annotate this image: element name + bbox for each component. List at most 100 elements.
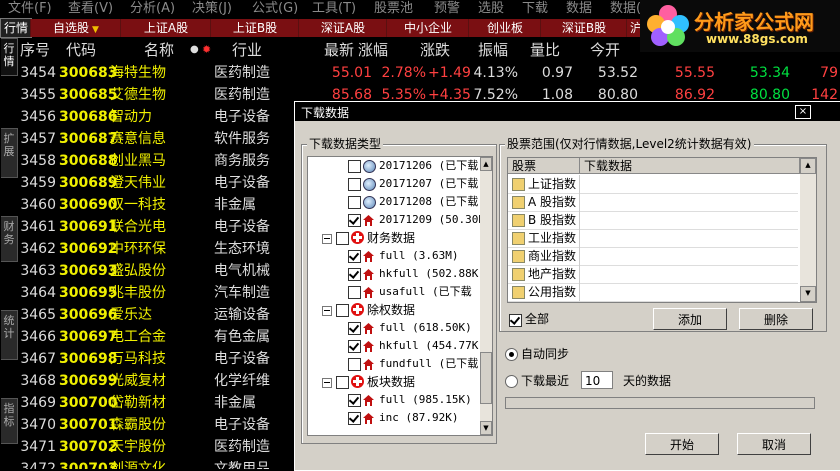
block-tab[interactable]: 上证A股 <box>120 19 211 37</box>
tree-checkbox[interactable] <box>348 322 361 335</box>
left-tab[interactable]: 指标 <box>1 398 18 444</box>
scroll-down-icon[interactable]: ▼ <box>480 421 492 435</box>
cell-seq: 3460 <box>20 197 56 213</box>
tree-item[interactable]: hkfull (454.77K) <box>308 337 485 355</box>
tree-item[interactable]: 20171209 (50.30K <box>308 211 485 229</box>
column-header[interactable]: 涨跌 <box>420 40 450 60</box>
tree-checkbox[interactable] <box>348 178 361 191</box>
scroll-down-icon[interactable]: ▼ <box>800 286 816 302</box>
left-tab[interactable]: 统计 <box>1 310 18 360</box>
tree-item[interactable]: full (985.15K) <box>308 391 478 409</box>
cell-code: 300687 <box>59 131 118 147</box>
cancel-button[interactable]: 取消 <box>737 433 811 455</box>
menu-item[interactable]: 公式(G) <box>252 0 298 18</box>
left-tab[interactable]: 财务 <box>1 216 18 262</box>
tree-checkbox[interactable] <box>348 268 361 281</box>
tree-checkbox[interactable] <box>336 304 349 317</box>
tree-checkbox[interactable] <box>348 412 361 425</box>
block-tab[interactable]: 中小企业 <box>386 19 469 37</box>
column-header[interactable]: 序号 <box>20 40 50 60</box>
tree-checkbox[interactable] <box>336 376 349 389</box>
menu-item[interactable]: 决策(J) <box>192 0 232 18</box>
tree-checkbox[interactable] <box>348 286 361 299</box>
start-button[interactable]: 开始 <box>645 433 719 455</box>
menu-item[interactable]: 下载 <box>522 0 548 18</box>
auto-sync-radio[interactable] <box>505 348 518 361</box>
tree-item[interactable]: inc (87.92K) <box>308 409 478 427</box>
tree-checkbox[interactable] <box>348 250 361 263</box>
dropdown-arrow-icon[interactable]: ▼ <box>92 25 99 35</box>
block-tab[interactable]: 自选股 ▼ <box>30 19 121 37</box>
tree-item[interactable]: fundfull (已下载 <box>308 355 478 373</box>
delete-button[interactable]: 删除 <box>739 308 813 330</box>
scroll-thumb[interactable] <box>480 352 492 404</box>
tree-item[interactable]: 财务数据 <box>308 229 478 247</box>
dialog-title-bar[interactable]: 下载数据 × <box>295 102 840 121</box>
tree-checkbox[interactable] <box>348 214 361 227</box>
menu-item[interactable]: 选股 <box>478 0 504 18</box>
list-item[interactable]: 地产指数 <box>508 265 798 284</box>
collapse-icon[interactable] <box>322 234 332 244</box>
stock-list-scrollbar[interactable]: ▲ ▼ <box>800 158 816 302</box>
column-header[interactable]: 涨幅 <box>358 40 388 60</box>
list-item[interactable]: B 股指数 <box>508 211 798 230</box>
scroll-up-icon[interactable]: ▲ <box>480 157 492 171</box>
tree-checkbox[interactable] <box>348 160 361 173</box>
tree-item[interactable]: full (618.50K) <box>308 319 478 337</box>
column-header[interactable]: 振幅 <box>478 40 508 60</box>
tree-item[interactable]: 20171207 (已下载 <box>308 175 478 193</box>
column-header[interactable]: 最新 <box>324 40 354 60</box>
tree-checkbox[interactable] <box>336 232 349 245</box>
collapse-icon[interactable] <box>322 306 332 316</box>
block-tab[interactable]: 创业板 <box>468 19 541 37</box>
menu-item[interactable]: 数据 <box>566 0 592 18</box>
tree-item[interactable]: 板块数据 <box>308 373 478 391</box>
column-header[interactable]: 名称 <box>144 40 174 60</box>
menu-item[interactable]: 分析(A) <box>130 0 175 18</box>
tree-checkbox[interactable] <box>348 394 361 407</box>
tree-item[interactable]: hkfull (502.88K) <box>308 265 485 283</box>
table-row[interactable]: 3454 300683 海特生物 医药制造 55.01 2.78% +1.49 4.13% 0.… <box>18 62 840 84</box>
stock-name: A 股指数 <box>528 195 577 209</box>
tree-item[interactable]: 20171206 (已下载 <box>308 157 478 175</box>
recent-days-radio[interactable] <box>505 375 518 388</box>
menu-item[interactable]: 股票池 <box>374 0 413 18</box>
scroll-up-icon[interactable]: ▲ <box>800 158 816 174</box>
close-button[interactable]: × <box>795 105 811 119</box>
tree-item[interactable]: full (3.63M) <box>308 247 478 265</box>
tree-item[interactable]: 20171208 (已下载 <box>308 193 478 211</box>
recent-days-input[interactable]: 10 <box>581 371 613 389</box>
block-tab[interactable]: 上证B股 <box>210 19 299 37</box>
tree-checkbox[interactable] <box>348 358 361 371</box>
tree-item[interactable]: 除权数据 <box>308 301 478 319</box>
column-header[interactable]: 代码 <box>66 40 96 60</box>
all-stocks-checkbox[interactable] <box>509 314 522 327</box>
left-tab[interactable]: 行情 <box>1 38 18 76</box>
list-item[interactable]: 公用指数 <box>508 283 798 302</box>
menu-item[interactable]: 查看(V) <box>68 0 113 18</box>
block-tab[interactable]: 行情 <box>0 18 32 38</box>
list-item[interactable]: 工业指数 <box>508 229 798 248</box>
tree-item-label: 20171209 (50.30K <box>379 213 485 226</box>
menu-item[interactable]: 预警 <box>434 0 460 18</box>
menu-item[interactable]: 工具(T) <box>312 0 356 18</box>
tree-checkbox[interactable] <box>348 340 361 353</box>
list-header-download[interactable]: 下载数据 <box>580 158 800 174</box>
block-tab[interactable]: 深证A股 <box>298 19 387 37</box>
tree-item-label: usafull (已下载 <box>379 285 472 298</box>
menu-item[interactable]: 文件(F) <box>8 0 52 18</box>
add-button[interactable]: 添加 <box>653 308 727 330</box>
column-header[interactable]: 量比 <box>530 40 560 60</box>
block-tab[interactable]: 深证B股 <box>540 19 627 37</box>
column-header[interactable]: 今开 <box>590 40 620 60</box>
list-item[interactable]: 商业指数 <box>508 247 798 266</box>
list-item[interactable]: 上证指数 <box>508 175 798 194</box>
tree-scrollbar[interactable]: ▲ ▼ <box>480 157 492 435</box>
tree-item[interactable]: usafull (已下载 <box>308 283 478 301</box>
list-header-stock[interactable]: 股票 <box>508 158 580 174</box>
left-tab[interactable]: 扩展 <box>1 128 18 178</box>
column-header[interactable]: 行业 <box>232 40 262 60</box>
list-item[interactable]: A 股指数 <box>508 193 798 212</box>
tree-checkbox[interactable] <box>348 196 361 209</box>
collapse-icon[interactable] <box>322 378 332 388</box>
